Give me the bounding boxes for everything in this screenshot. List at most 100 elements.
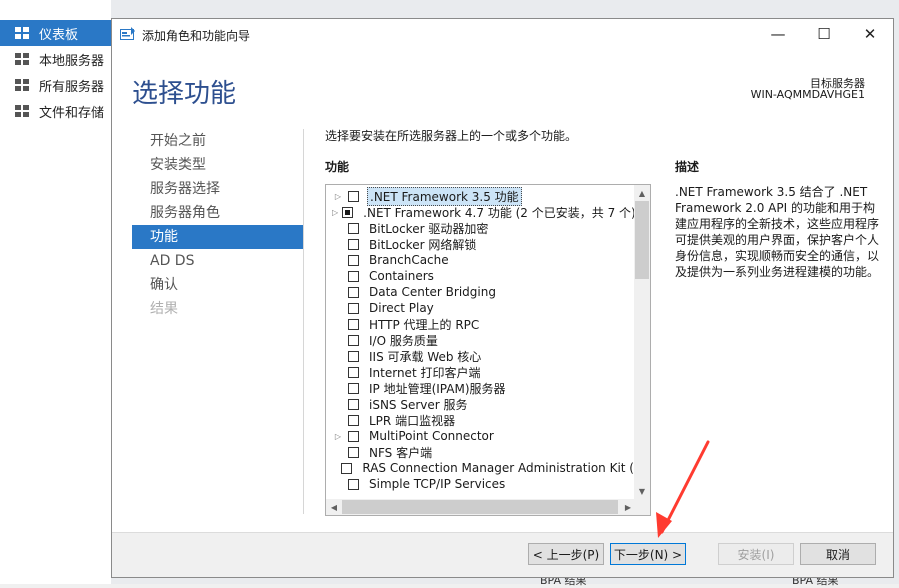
wizard-step[interactable]: 功能 — [132, 225, 303, 249]
storage-icon — [14, 104, 30, 118]
feature-checkbox[interactable] — [348, 302, 359, 314]
feature-checkbox[interactable] — [348, 254, 359, 266]
feature-label: Internet 打印客户端 — [369, 365, 481, 380]
nav-item-1[interactable]: 本地服务器 — [0, 46, 112, 72]
feature-item[interactable]: ▷ .NET Framework 4.7 功能 (2 个已安装，共 7 个) — [326, 204, 636, 220]
feature-checkbox[interactable] — [341, 462, 353, 474]
install-button[interactable]: 安装(I) — [718, 543, 794, 565]
feature-checkbox[interactable] — [348, 286, 359, 298]
feature-item[interactable]: RAS Connection Manager Administration Ki… — [326, 460, 636, 476]
description-heading: 描述 — [675, 160, 700, 174]
feature-item[interactable]: Internet 打印客户端 — [326, 364, 636, 380]
maximize-button[interactable]: ☐ — [801, 19, 847, 49]
feature-checkbox[interactable] — [348, 350, 359, 362]
nav-item-3[interactable]: 文件和存储 — [0, 98, 112, 124]
horizontal-scrollbar[interactable]: ◀ ▶ — [326, 499, 636, 515]
description-text: .NET Framework 3.5 结合了 .NET Framework 2.… — [675, 185, 880, 279]
feature-item[interactable]: IP 地址管理(IPAM)服务器 — [326, 380, 636, 396]
feature-label: BranchCache — [369, 253, 449, 267]
destination-server-name: WIN-AQMMDAVHGE1 — [750, 88, 865, 101]
feature-label: iSNS Server 服务 — [369, 397, 468, 412]
feature-checkbox[interactable] — [348, 446, 359, 458]
feature-item[interactable]: Containers — [326, 268, 636, 284]
feature-label: MultiPoint Connector — [369, 429, 494, 443]
features-heading: 功能 — [325, 160, 350, 174]
feature-label: HTTP 代理上的 RPC — [369, 317, 480, 332]
wizard-step[interactable]: 开始之前 — [132, 129, 303, 153]
scroll-left-icon[interactable]: ◀ — [326, 499, 342, 515]
expand-chevron-icon[interactable]: ▷ — [332, 192, 344, 201]
feature-label: BitLocker 网络解锁 — [369, 237, 477, 252]
feature-checkbox[interactable] — [348, 414, 359, 426]
feature-label: BitLocker 驱动器加密 — [369, 221, 489, 236]
feature-label: Direct Play — [369, 301, 434, 315]
server-manager-sidebar: 仪表板本地服务器所有服务器文件和存储 — [0, 0, 112, 584]
server-icon — [14, 52, 30, 66]
wizard-step: 结果 — [150, 301, 178, 317]
feature-item[interactable]: iSNS Server 服务 — [326, 396, 636, 412]
feature-checkbox[interactable] — [348, 398, 359, 410]
feature-item[interactable]: ▷ MultiPoint Connector — [326, 428, 636, 444]
wizard-step[interactable]: 确认 — [132, 273, 303, 297]
feature-checkbox[interactable] — [348, 430, 359, 442]
features-tree[interactable]: ▷ .NET Framework 3.5 功能 ▷ .NET Framework 4.… — [325, 184, 651, 516]
feature-label: IP 地址管理(IPAM)服务器 — [369, 381, 506, 396]
wizard-step[interactable]: 安装类型 — [132, 153, 303, 177]
feature-label: I/O 服务质量 — [369, 333, 438, 348]
nav-item-label: 本地服务器 — [39, 53, 105, 69]
instruction-text: 选择要安装在所选服务器上的一个或多个功能。 — [325, 129, 578, 143]
feature-checkbox[interactable] — [348, 270, 359, 282]
feature-checkbox[interactable] — [348, 222, 359, 234]
expand-chevron-icon[interactable]: ▷ — [332, 432, 344, 441]
feature-label: IIS 可承载 Web 核心 — [369, 349, 482, 364]
wizard-steps: 开始之前 安装类型 服务器选择 服务器角色 功能 AD DS 确认结果 — [132, 129, 303, 321]
feature-item[interactable]: HTTP 代理上的 RPC — [326, 316, 636, 332]
feature-checkbox[interactable] — [348, 478, 359, 490]
scroll-corner — [634, 499, 650, 515]
scroll-down-icon[interactable]: ▼ — [634, 483, 650, 499]
feature-item[interactable]: Data Center Bridging — [326, 284, 636, 300]
feature-checkbox[interactable] — [348, 382, 359, 394]
feature-item[interactable]: Simple TCP/IP Services — [326, 476, 636, 492]
feature-label: Simple TCP/IP Services — [369, 477, 506, 491]
close-button[interactable]: ✕ — [847, 19, 893, 49]
feature-checkbox[interactable] — [348, 238, 359, 250]
title-bar[interactable]: 添加角色和功能向导 — ☐ ✕ — [112, 19, 893, 49]
nav-item-2[interactable]: 所有服务器 — [0, 72, 112, 98]
feature-item[interactable]: NFS 客户端 — [326, 444, 636, 460]
feature-item[interactable]: BitLocker 驱动器加密 — [326, 220, 636, 236]
feature-item[interactable]: BranchCache — [326, 252, 636, 268]
horizontal-scroll-thumb[interactable] — [342, 500, 618, 514]
previous-button[interactable]: < 上一步(P) — [528, 543, 604, 565]
feature-item[interactable]: BitLocker 网络解锁 — [326, 236, 636, 252]
wizard-step[interactable]: 服务器角色 — [132, 201, 303, 225]
nav-item-0[interactable]: 仪表板 — [0, 20, 112, 46]
vertical-scrollbar[interactable]: ▲ ▼ — [634, 185, 650, 499]
feature-checkbox[interactable] — [342, 206, 354, 218]
feature-checkbox[interactable] — [348, 190, 359, 202]
feature-item[interactable]: Direct Play — [326, 300, 636, 316]
nav-item-label: 文件和存储 — [39, 105, 105, 121]
feature-item[interactable]: LPR 端口监视器 — [326, 412, 636, 428]
next-button[interactable]: 下一步(N) > — [610, 543, 686, 565]
feature-label: Containers — [369, 269, 434, 283]
wizard-step[interactable]: 服务器选择 — [132, 177, 303, 201]
expand-chevron-icon[interactable]: ▷ — [332, 208, 338, 217]
feature-label: Data Center Bridging — [369, 285, 496, 299]
wizard-app-icon — [120, 27, 135, 40]
cancel-button[interactable]: 取消 — [800, 543, 876, 565]
feature-item[interactable]: I/O 服务质量 — [326, 332, 636, 348]
feature-label: NFS 客户端 — [369, 445, 433, 460]
feature-checkbox[interactable] — [348, 318, 359, 330]
feature-checkbox[interactable] — [348, 334, 359, 346]
feature-item[interactable]: ▷ .NET Framework 3.5 功能 — [326, 186, 636, 206]
window-title: 添加角色和功能向导 — [142, 29, 251, 43]
wizard-step[interactable]: AD DS — [132, 249, 303, 273]
feature-checkbox[interactable] — [348, 366, 359, 378]
feature-item[interactable]: IIS 可承载 Web 核心 — [326, 348, 636, 364]
minimize-button[interactable]: — — [755, 19, 801, 49]
scroll-up-icon[interactable]: ▲ — [634, 185, 650, 201]
add-roles-features-wizard: 添加角色和功能向导 — ☐ ✕ 选择功能 目标服务器 WIN-AQMMDAVHG… — [111, 18, 894, 578]
vertical-scroll-thumb[interactable] — [635, 201, 649, 279]
wizard-footer: < 上一步(P) 下一步(N) > 安装(I) 取消 — [112, 532, 893, 577]
